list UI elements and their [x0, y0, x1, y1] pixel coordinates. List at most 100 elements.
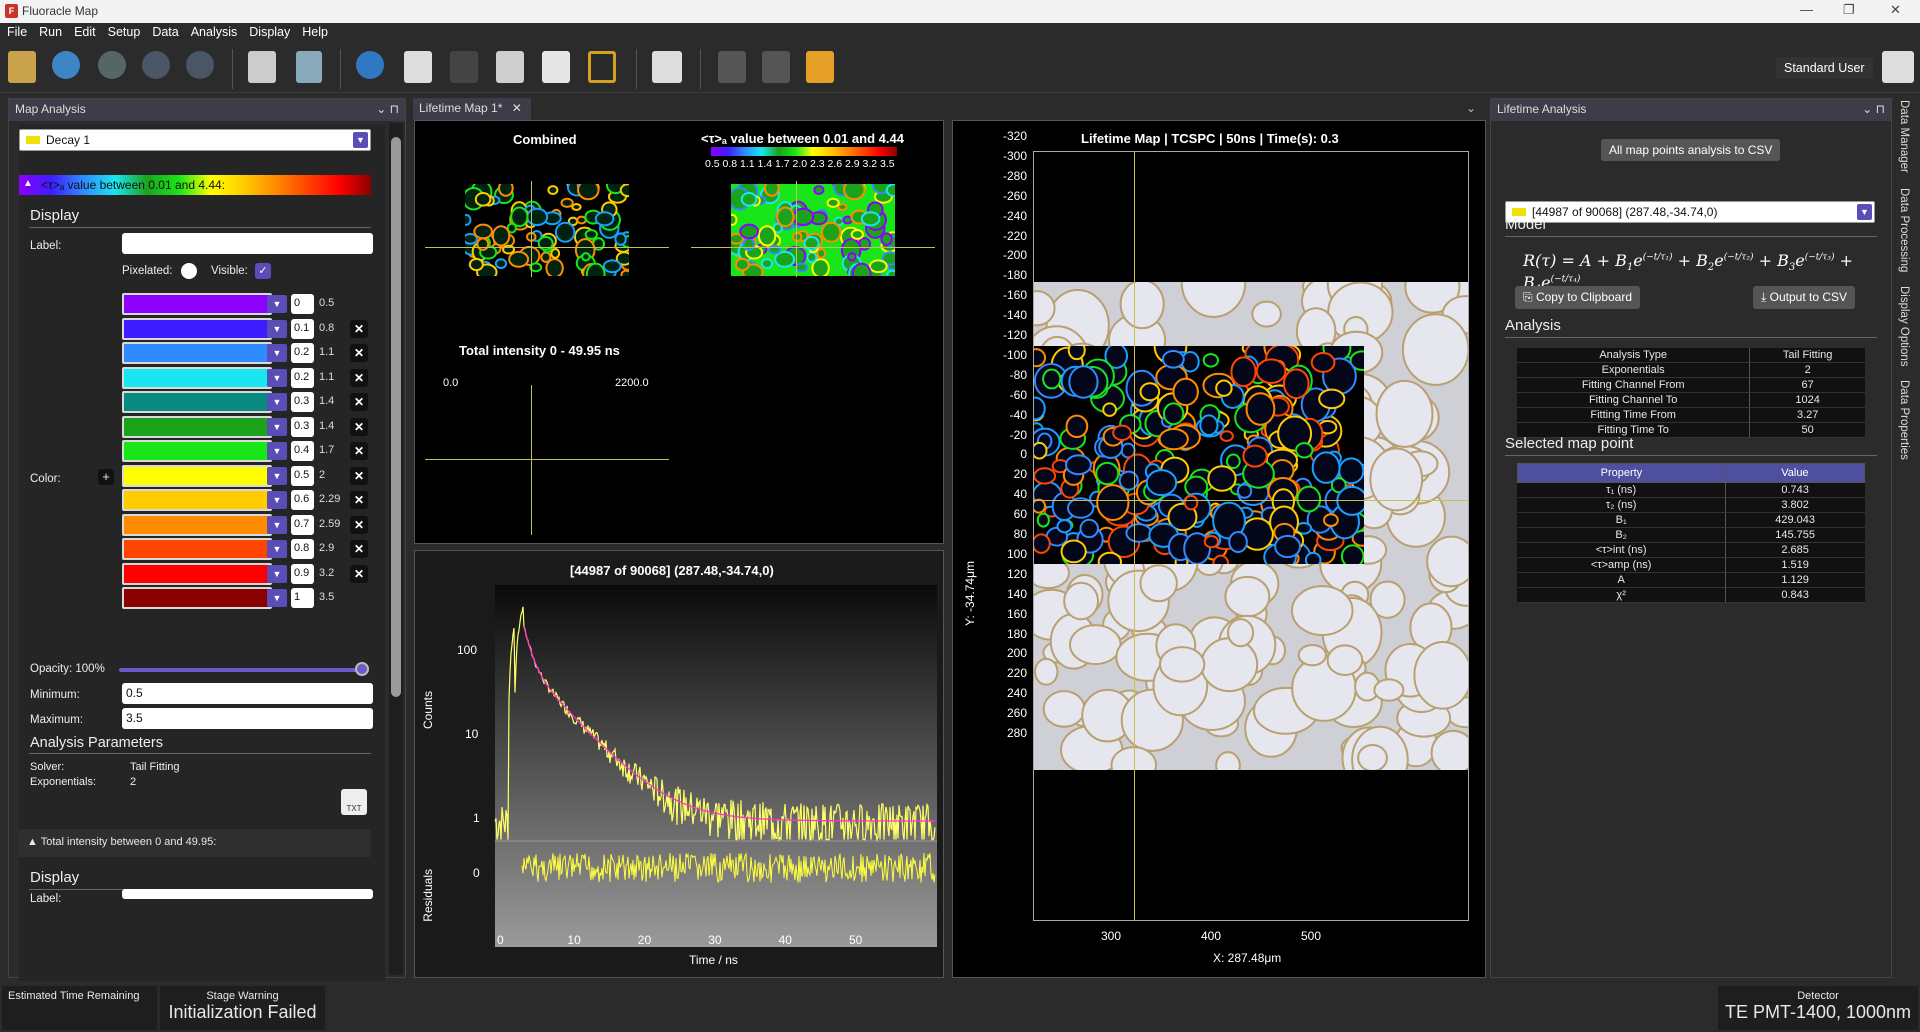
pixelated-toggle[interactable]: [181, 263, 197, 279]
all-points-csv-button[interactable]: All map points analysis to CSV: [1601, 139, 1781, 161]
decay-curve-icon[interactable]: [652, 51, 682, 83]
remove-color-icon[interactable]: ✕: [350, 491, 368, 509]
color-swatch[interactable]: [122, 293, 272, 315]
color-chevron-down-icon[interactable]: ▼: [267, 295, 287, 313]
maximum-input[interactable]: 3.5: [122, 708, 373, 729]
remove-color-icon[interactable]: ✕: [350, 515, 368, 534]
combined-thumbnail[interactable]: [460, 173, 637, 286]
color-swatch[interactable]: [122, 415, 272, 438]
t-dim-icon[interactable]: [186, 51, 214, 79]
color-swatch[interactable]: [122, 489, 272, 511]
label-input[interactable]: [122, 233, 373, 254]
color-chevron-down-icon[interactable]: ▼: [267, 393, 287, 411]
checklist-icon[interactable]: [542, 51, 570, 83]
color-chevron-down-icon[interactable]: ▼: [267, 491, 287, 509]
color-stop-input[interactable]: 0.9: [291, 563, 314, 584]
menu-file[interactable]: File: [0, 23, 32, 39]
color-chevron-down-icon[interactable]: ▼: [267, 442, 287, 460]
menu-display[interactable]: Display: [242, 23, 295, 39]
user-avatar-icon[interactable]: [1882, 51, 1914, 83]
total-intensity-header[interactable]: ▲ Total intensity between 0 and 49.95:: [19, 829, 371, 857]
menu-help[interactable]: Help: [295, 23, 333, 39]
remove-color-icon[interactable]: ✕: [350, 540, 368, 558]
open-folder-icon[interactable]: [248, 51, 276, 83]
tab-close-icon[interactable]: ✕: [512, 101, 522, 115]
color-chevron-down-icon[interactable]: ▼: [267, 319, 287, 338]
color-swatch[interactable]: [122, 464, 272, 487]
remove-color-icon[interactable]: ✕: [350, 344, 368, 362]
color-stop-input[interactable]: 0.5: [291, 465, 314, 486]
color-stop-input[interactable]: 0.3: [291, 416, 314, 437]
color-swatch[interactable]: [122, 391, 272, 413]
remove-color-icon[interactable]: ✕: [350, 417, 368, 436]
plot-dim-icon[interactable]: [450, 51, 478, 83]
color-stop-input[interactable]: 0.4: [291, 441, 314, 461]
t-blue-icon[interactable]: [52, 51, 80, 79]
remove-color-icon[interactable]: ✕: [350, 368, 368, 387]
decay-select[interactable]: Decay 1 ▼: [19, 129, 371, 151]
color-chevron-down-icon[interactable]: ▼: [267, 540, 287, 558]
fit-plot-icon[interactable]: [404, 51, 432, 83]
color-swatch[interactable]: [122, 342, 272, 364]
opacity-slider-handle[interactable]: [355, 662, 369, 676]
minimum-input[interactable]: 0.5: [122, 683, 373, 704]
save-icon[interactable]: [296, 51, 322, 83]
color-stop-input[interactable]: 1: [291, 588, 314, 608]
tab-menu-chevron-icon[interactable]: ⌄: [1466, 101, 1476, 115]
remove-color-icon[interactable]: ✕: [350, 319, 368, 338]
color-stop-input[interactable]: 0.7: [291, 514, 314, 535]
remove-color-icon[interactable]: ✕: [350, 442, 368, 460]
color-chevron-down-icon[interactable]: ▼: [267, 417, 287, 436]
color-chevron-down-icon[interactable]: ▼: [267, 564, 287, 583]
color-swatch[interactable]: [122, 440, 272, 462]
txt-export-icon[interactable]: TXT: [341, 789, 367, 815]
menu-data[interactable]: Data: [145, 23, 183, 39]
menu-analysis[interactable]: Analysis: [184, 23, 243, 39]
color-swatch[interactable]: [122, 513, 272, 536]
tab-lifetime-map[interactable]: Lifetime Map 1* ✕: [413, 98, 531, 120]
remove-color-icon[interactable]: ✕: [350, 466, 368, 485]
color-swatch[interactable]: [122, 317, 272, 340]
collapse-icon[interactable]: ▲: [23, 178, 33, 189]
export-window-icon[interactable]: [806, 51, 834, 83]
copy-clipboard-button[interactable]: ⎘ Copy to Clipboard: [1515, 286, 1641, 309]
label2-input[interactable]: [122, 889, 373, 899]
crop-icon[interactable]: [588, 51, 616, 83]
color-stop-input[interactable]: 0.1: [291, 318, 314, 339]
visible-checkbox[interactable]: ✓: [255, 263, 271, 279]
right-panel-pin-icon[interactable]: ⌄ ⊓: [1862, 102, 1885, 116]
tile-dim-icon[interactable]: [718, 51, 746, 83]
color-stop-input[interactable]: 0: [291, 294, 314, 314]
color-stop-input[interactable]: 0.3: [291, 392, 314, 412]
legend-bar[interactable]: ▲ <τ>ₐ value between 0.01 and 4.44:: [19, 175, 371, 195]
maximize-icon[interactable]: ❐: [1843, 2, 1855, 18]
color-stop-input[interactable]: 0.2: [291, 367, 314, 388]
t-grey-icon[interactable]: [142, 51, 170, 79]
color-chevron-down-icon[interactable]: ▼: [267, 368, 287, 387]
menu-setup[interactable]: Setup: [101, 23, 146, 39]
side-tab-data-properties[interactable]: Data Properties: [1898, 380, 1910, 460]
color-swatch[interactable]: [122, 366, 272, 389]
zoom-icon[interactable]: [356, 51, 384, 79]
grid-check-icon[interactable]: [496, 51, 524, 83]
color-chevron-down-icon[interactable]: ▼: [267, 344, 287, 362]
color-swatch[interactable]: [122, 562, 272, 585]
remove-color-icon[interactable]: ✕: [350, 564, 368, 583]
color-stop-input[interactable]: 0.2: [291, 343, 314, 363]
opacity-slider[interactable]: [119, 668, 369, 672]
side-tab-data-manager[interactable]: Data Manager: [1898, 100, 1910, 173]
split-icon[interactable]: [762, 51, 790, 83]
color-swatch[interactable]: [122, 538, 272, 560]
side-tab-display-options[interactable]: Display Options: [1898, 286, 1910, 367]
add-color-button[interactable]: +: [98, 469, 114, 485]
color-chevron-down-icon[interactable]: ▼: [267, 589, 287, 607]
panel-pin-icon[interactable]: ⌄ ⊓: [376, 102, 399, 116]
menu-edit[interactable]: Edit: [67, 23, 101, 39]
color-chevron-down-icon[interactable]: ▼: [267, 466, 287, 485]
color-swatch[interactable]: [122, 587, 272, 609]
color-stop-input[interactable]: 0.6: [291, 490, 314, 510]
remove-color-icon[interactable]: ✕: [350, 393, 368, 411]
minimize-icon[interactable]: —: [1800, 2, 1813, 17]
lifetime-thumbnail[interactable]: [726, 173, 903, 286]
point-select[interactable]: [44987 of 90068] (287.48,-34.74,0) ▼: [1505, 201, 1875, 223]
